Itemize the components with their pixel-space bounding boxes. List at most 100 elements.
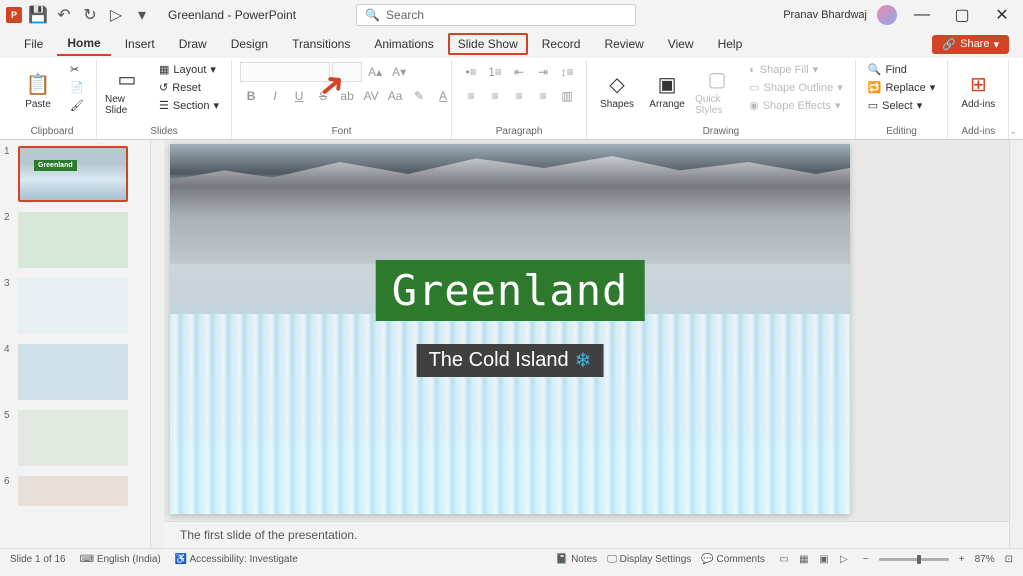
decrease-font-icon: A▾ — [388, 62, 410, 82]
format-painter-button[interactable]: 🖌 — [66, 98, 88, 113]
tab-draw[interactable]: Draw — [169, 33, 217, 55]
thumbnail-scrollbar[interactable] — [150, 140, 164, 548]
addins-button[interactable]: ⊞Add-ins — [956, 62, 1000, 120]
tab-file[interactable]: File — [14, 33, 53, 55]
strike-icon: S — [312, 86, 334, 106]
tab-design[interactable]: Design — [221, 33, 278, 55]
group-editing: 🔍 Find 🔁 Replace ▾ ▭ Select ▾ Editing — [856, 60, 949, 139]
bullets-icon: •≡ — [460, 62, 482, 82]
tab-transitions[interactable]: Transitions — [282, 33, 360, 55]
share-button[interactable]: 🔗 Share▾ — [932, 35, 1009, 54]
zoom-slider[interactable] — [879, 558, 949, 561]
zoom-in-button[interactable]: + — [959, 554, 965, 565]
notes-toggle[interactable]: 📓 Notes — [556, 554, 597, 565]
main-area: 1Greenland 2 3 4 5 6 Greenland The Cold … — [0, 140, 1023, 548]
accessibility-button[interactable]: ♿ Accessibility: Investigate — [175, 554, 298, 565]
case-icon: Aa — [384, 86, 406, 106]
spacing-icon: AV — [360, 86, 382, 106]
addins-icon: ⊞ — [970, 72, 987, 97]
thumbnail-3[interactable] — [18, 278, 128, 334]
font-size-input[interactable] — [332, 62, 362, 82]
redo-button[interactable]: ↻ — [80, 5, 100, 25]
layout-button[interactable]: ▦ Layout ▾ — [155, 62, 223, 77]
maximize-button[interactable]: ▢ — [947, 5, 977, 25]
align-center-icon: ≡ — [484, 86, 506, 106]
font-name-input[interactable] — [240, 62, 330, 82]
minimize-button[interactable]: ― — [907, 5, 937, 25]
underline-icon: U — [288, 86, 310, 106]
fit-to-window-button[interactable]: ⊡ — [1005, 554, 1013, 565]
sorter-view-icon[interactable]: ▦ — [795, 552, 813, 568]
editor-scrollbar[interactable] — [1009, 140, 1023, 548]
increase-font-icon: A▴ — [364, 62, 386, 82]
select-button[interactable]: ▭ Select ▾ — [864, 98, 940, 113]
thumbnail-1[interactable]: Greenland — [18, 146, 128, 202]
tab-review[interactable]: Review — [594, 33, 653, 55]
zoom-level[interactable]: 87% — [975, 554, 995, 565]
slide-count[interactable]: Slide 1 of 16 — [10, 554, 66, 565]
reading-view-icon[interactable]: ▣ — [815, 552, 833, 568]
avatar[interactable] — [877, 5, 897, 25]
tab-insert[interactable]: Insert — [115, 33, 165, 55]
find-button[interactable]: 🔍 Find — [864, 62, 940, 77]
thumbnail-6[interactable] — [18, 476, 128, 506]
close-button[interactable]: ✕ — [987, 5, 1017, 25]
cut-button[interactable]: ✂ — [66, 62, 88, 77]
new-slide-button[interactable]: ▭ New Slide — [105, 62, 149, 120]
search-input[interactable]: 🔍 Search — [356, 4, 636, 26]
group-slides: ▭ New Slide ▦ Layout ▾ ↺ Reset ☰ Section… — [97, 60, 232, 139]
align-right-icon: ≡ — [508, 86, 530, 106]
app-icon: P — [6, 7, 22, 23]
numbering-icon: 1≡ — [484, 62, 506, 82]
tab-home[interactable]: Home — [57, 32, 110, 56]
display-settings-button[interactable]: 🖵 Display Settings — [607, 554, 691, 565]
slide-canvas[interactable]: Greenland The Cold Island ❄ — [170, 144, 850, 514]
replace-button[interactable]: 🔁 Replace ▾ — [864, 80, 940, 95]
zoom-out-button[interactable]: − — [863, 554, 869, 565]
section-button[interactable]: ☰ Section ▾ — [155, 98, 223, 113]
ribbon-collapse-button[interactable]: ⌄ — [1009, 60, 1017, 139]
new-slide-icon: ▭ — [118, 67, 137, 92]
italic-icon: I — [264, 86, 286, 106]
undo-button[interactable]: ↶ — [54, 5, 74, 25]
columns-icon: ▥ — [556, 86, 578, 106]
comments-button[interactable]: 💬 Comments — [701, 554, 765, 565]
thumbnail-2[interactable] — [18, 212, 128, 268]
tab-animations[interactable]: Animations — [364, 33, 443, 55]
tab-slide-show[interactable]: Slide Show — [448, 33, 528, 55]
group-clipboard: 📋 Paste ✂ 📄 🖌 Clipboard — [8, 60, 97, 139]
quick-styles-button: ▢Quick Styles — [695, 62, 739, 120]
start-slideshow-button[interactable]: ▷ — [106, 5, 126, 25]
status-bar: Slide 1 of 16 ⌨ English (India) ♿ Access… — [0, 548, 1023, 570]
tab-view[interactable]: View — [658, 33, 704, 55]
thumbnail-panel[interactable]: 1Greenland 2 3 4 5 6 — [0, 140, 150, 548]
notes-pane[interactable]: The first slide of the presentation. — [164, 521, 1009, 548]
thumbnail-4[interactable] — [18, 344, 128, 400]
slideshow-view-icon[interactable]: ▷ — [835, 552, 853, 568]
tab-record[interactable]: Record — [532, 33, 591, 55]
indent-icon: ⇥ — [532, 62, 554, 82]
arrange-button[interactable]: ▣Arrange — [645, 62, 689, 120]
slide-title[interactable]: Greenland — [376, 260, 645, 321]
shapes-button[interactable]: ◇Shapes — [595, 62, 639, 120]
slide-subtitle[interactable]: The Cold Island ❄ — [417, 344, 604, 377]
user-name[interactable]: Pranav Bhardwaj — [783, 9, 867, 21]
editor-area: Greenland The Cold Island ❄ The first sl… — [164, 140, 1009, 548]
qat-overflow-button[interactable]: ▾ — [132, 5, 152, 25]
share-icon: 🔗 — [942, 38, 956, 51]
ribbon: 📋 Paste ✂ 📄 🖌 Clipboard ▭ New Slide ▦ La… — [0, 58, 1023, 140]
group-font: A▴ A▾ B I U S ab AV Aa ✎ A Font — [232, 60, 452, 139]
save-button[interactable]: 💾 — [28, 5, 48, 25]
shape-effects-button: ◉ Shape Effects ▾ — [745, 98, 847, 113]
copy-button[interactable]: 📄 — [66, 80, 88, 95]
reset-button[interactable]: ↺ Reset — [155, 80, 223, 95]
language-button[interactable]: ⌨ English (India) — [80, 554, 161, 565]
align-left-icon: ≡ — [460, 86, 482, 106]
normal-view-icon[interactable]: ▭ — [775, 552, 793, 568]
group-drawing: ◇Shapes ▣Arrange ▢Quick Styles ◐ Shape F… — [587, 60, 856, 139]
highlight-icon: ✎ — [408, 86, 430, 106]
thumbnail-5[interactable] — [18, 410, 128, 466]
paste-button[interactable]: 📋 Paste — [16, 62, 60, 120]
search-icon: 🔍 — [365, 8, 380, 22]
tab-help[interactable]: Help — [708, 33, 753, 55]
